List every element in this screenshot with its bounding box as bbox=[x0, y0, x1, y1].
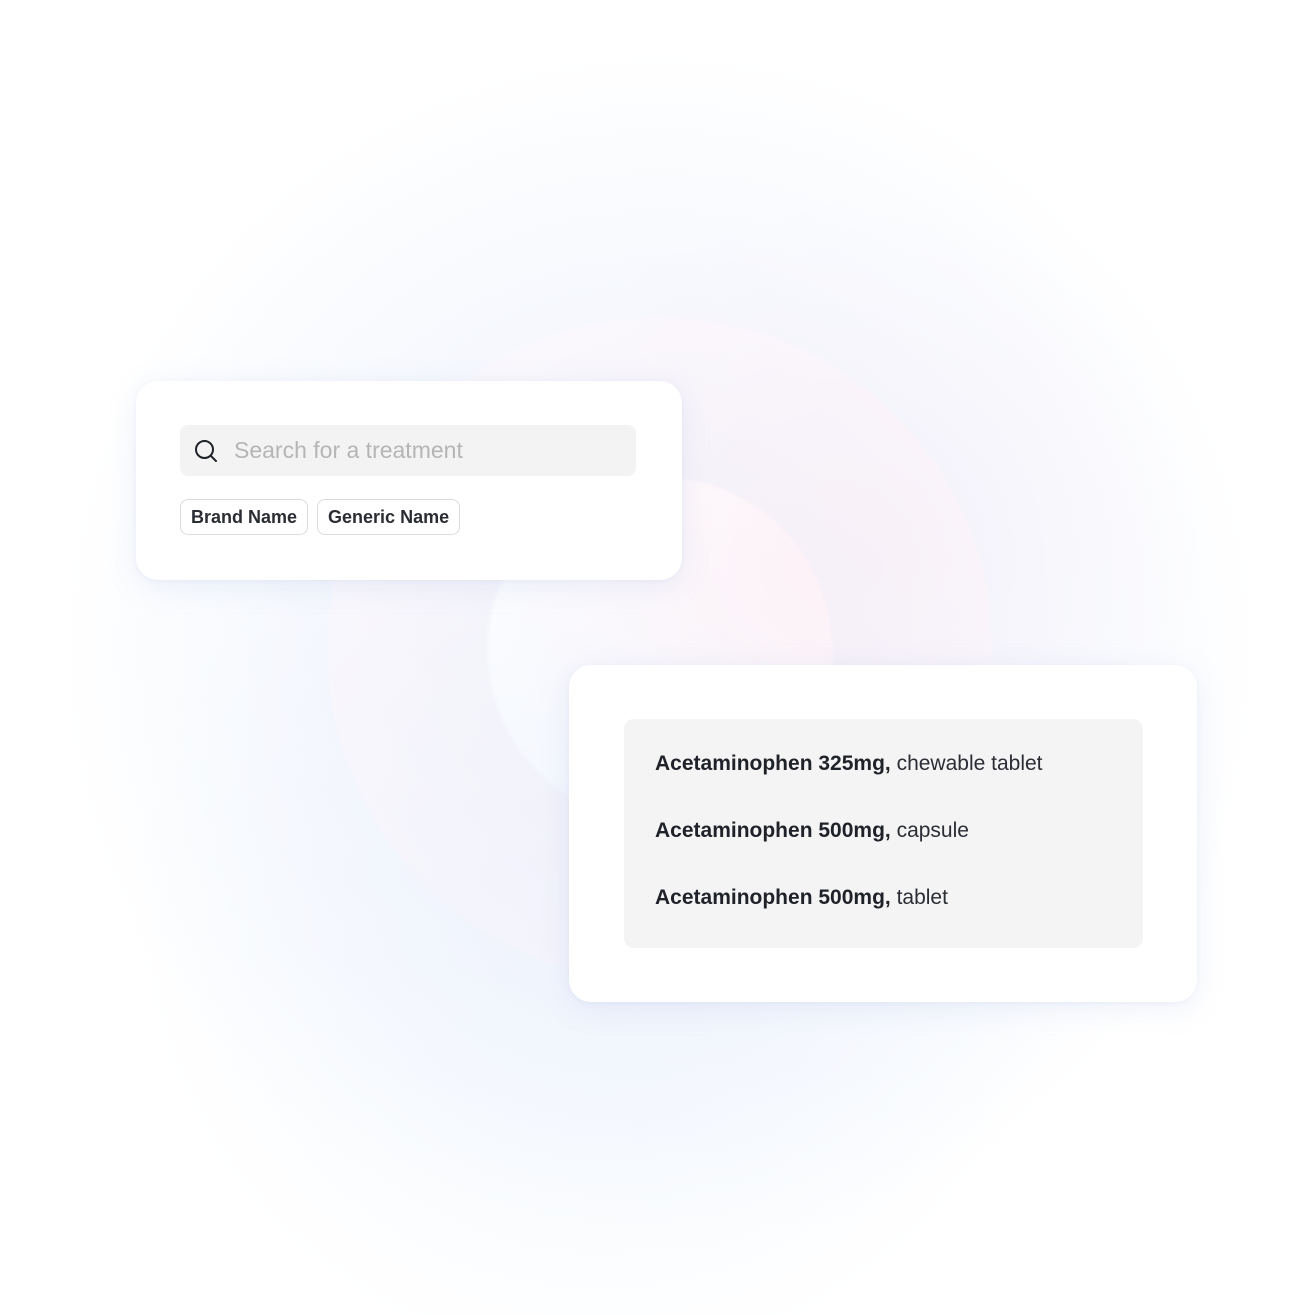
result-name: Acetaminophen 325mg, bbox=[655, 752, 891, 775]
background-glow bbox=[0, 0, 1315, 1315]
filter-chip-brand-name[interactable]: Brand Name bbox=[180, 499, 309, 535]
results-card: Acetaminophen 325mg, chewable tablet Ace… bbox=[569, 665, 1197, 1002]
filter-chips: Brand Name Generic Name bbox=[180, 499, 461, 535]
search-box[interactable] bbox=[180, 425, 636, 476]
result-name: Acetaminophen 500mg, bbox=[655, 819, 891, 842]
search-icon bbox=[195, 439, 217, 462]
result-item[interactable]: Acetaminophen 500mg, capsule bbox=[655, 819, 969, 843]
result-form: chewable tablet bbox=[896, 752, 1043, 775]
result-item[interactable]: Acetaminophen 325mg, chewable tablet bbox=[655, 752, 1043, 776]
result-name: Acetaminophen 500mg, bbox=[655, 886, 891, 909]
filter-chip-generic-name[interactable]: Generic Name bbox=[317, 499, 461, 535]
search-input[interactable] bbox=[234, 437, 624, 464]
search-card: Brand Name Generic Name bbox=[136, 381, 682, 580]
result-form: tablet bbox=[896, 886, 948, 909]
results-list: Acetaminophen 325mg, chewable tablet Ace… bbox=[624, 719, 1143, 948]
result-form: capsule bbox=[896, 819, 969, 842]
result-item[interactable]: Acetaminophen 500mg, tablet bbox=[655, 886, 948, 910]
